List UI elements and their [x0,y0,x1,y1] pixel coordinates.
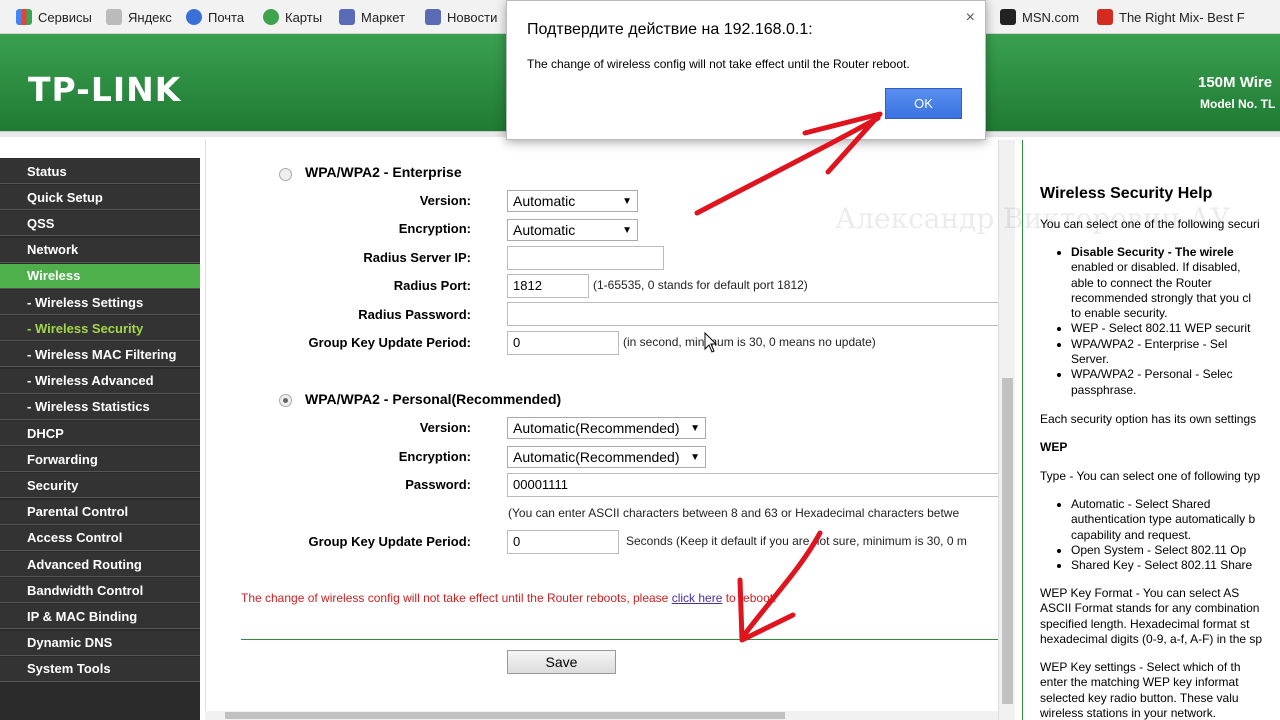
market-icon [339,9,355,25]
dialog-title: Подтвердите действие на 192.168.0.1: [527,21,813,38]
bookmark-yandex[interactable]: Яндекс [106,8,172,26]
sidebar-item-dynamic-dns[interactable]: Dynamic DNS [0,630,200,656]
sidebar-item-access-control[interactable]: Access Control [0,525,200,551]
scrollbar-thumb[interactable] [1002,378,1013,704]
sidebar-menu: Status Quick Setup QSS Network Wireless - Wir… [0,158,200,720]
sidebar-item-quick-setup[interactable]: Quick Setup [0,185,200,211]
enterprise-version-select[interactable]: Automatic ▼ [507,190,638,212]
personal-radio[interactable] [279,394,292,407]
enterprise-group-key-label: Group Key Update Period: [308,335,471,350]
personal-group-key-label: Group Key Update Period: [308,534,471,549]
radius-port-note: (1-65535, 0 stands for default port 1812… [593,278,808,292]
sidebar-item-wireless-advanced[interactable]: - Wireless Advanced [0,368,200,394]
sidebar-item-wireless-settings[interactable]: - Wireless Settings [0,290,200,315]
personal-version-label: Version: [419,420,471,435]
apps-icon [16,9,32,25]
help-wep-heading: WEP [1040,440,1068,454]
sidebar-item-wireless-statistics[interactable]: - Wireless Statistics [0,394,200,420]
browser-viewport: Сервисы Яндекс Почта Карты Маркет Новост… [0,0,1280,720]
help-title: Wireless Security Help [1040,185,1213,202]
bookmark-market[interactable]: Маркет [339,8,405,26]
main-horizontal-scrollbar[interactable] [205,711,998,720]
sidebar-item-qss[interactable]: QSS [0,211,200,237]
radius-server-ip-input[interactable] [507,246,664,270]
dropdown-arrow-icon: ▼ [690,422,700,434]
sidebar-item-security[interactable]: Security [0,473,200,499]
personal-encryption-select[interactable]: Automatic(Recommended) ▼ [507,446,706,468]
model-number: Model No. TL [1200,97,1276,111]
video-watermark: Александр Викторович АУ [835,202,1231,235]
sidebar-item-advanced-routing[interactable]: Advanced Routing [0,552,200,577]
help-each: Each security option has its own setting… [1040,412,1257,426]
reboot-notice: The change of wireless config will not t… [241,591,777,605]
sidebar-item-wireless-security[interactable]: - Wireless Security [0,316,200,342]
enterprise-group-key-note: (in second, minimum is 30, 0 means no up… [623,335,876,349]
enterprise-group-key-input[interactable]: 0 [507,331,619,355]
tp-link-logo: TP-LINK [28,70,182,109]
confirm-dialog: Подтвердите действие на 192.168.0.1: × T… [506,0,986,140]
radius-port-input[interactable]: 1812 [507,274,589,298]
personal-section-title: WPA/WPA2 - Personal(Recommended) [305,391,562,407]
maps-icon [263,9,279,25]
radius-password-input[interactable] [507,302,999,326]
sidebar-item-ip-mac-binding[interactable]: IP & MAC Binding [0,604,200,630]
sidebar-item-dhcp[interactable]: DHCP [0,421,200,446]
personal-group-key-input[interactable]: 0 [507,530,619,554]
help-wep-settings: WEP Key settings - Select which of th ent… [1040,660,1241,720]
bookmark-mail[interactable]: Почта [186,8,244,26]
enterprise-radio[interactable] [279,168,292,181]
news-icon [425,9,441,25]
help-list-type: Automatic - Select Sharedauthentication … [1071,497,1280,573]
help-list-security: Disable Security - The wireleenabled or … [1071,245,1280,398]
enterprise-section-title: WPA/WPA2 - Enterprise [305,164,462,180]
dropdown-arrow-icon: ▼ [622,195,632,207]
close-icon[interactable]: × [966,9,975,27]
scrollbar-thumb[interactable] [225,712,785,719]
enterprise-encryption-select[interactable]: Automatic ▼ [507,219,638,241]
sidebar-item-system-tools[interactable]: System Tools [0,656,200,682]
sidebar-item-wireless[interactable]: Wireless [0,263,200,289]
personal-group-key-note: Seconds (Keep it default if you are not … [626,534,967,548]
bookmark-msn[interactable]: MSN.com [1000,8,1079,26]
sidebar-item-status[interactable]: Status [0,159,200,184]
save-button[interactable]: Save [507,650,616,674]
sidebar-item-parental-control[interactable]: Parental Control [0,499,200,525]
sidebar-item-wireless-mac-filtering[interactable]: - Wireless MAC Filtering [0,342,200,368]
form-divider [241,639,1001,640]
personal-password-input[interactable]: 00001111 [507,473,999,497]
sidebar-item-forwarding[interactable]: Forwarding [0,447,200,473]
reboot-link[interactable]: click here [672,591,723,605]
personal-password-note: (You can enter ASCII characters between … [508,506,960,520]
dialog-message: The change of wireless config will not t… [527,57,910,71]
radius-server-ip-label: Radius Server IP: [363,250,471,265]
dropdown-arrow-icon: ▼ [622,224,632,236]
sidebar-item-bandwidth-control[interactable]: Bandwidth Control [0,578,200,604]
ok-button[interactable]: OK [885,88,962,119]
radius-port-label: Radius Port: [393,278,471,293]
dropdown-arrow-icon: ▼ [690,451,700,463]
sidebar-item-network[interactable]: Network [0,237,200,263]
enterprise-encryption-label: Encryption: [398,221,471,236]
bookmark-maps[interactable]: Карты [263,8,322,26]
bookmark-news[interactable]: Новости [425,8,497,26]
model-title: 150M Wire [1198,74,1273,91]
help-type-line: Type - You can select one of following t… [1040,469,1261,483]
bookmark-the-right-mix[interactable]: The Right Mix- Best F [1097,8,1245,26]
bookmark-services[interactable]: Сервисы [16,8,92,26]
mail-icon [186,9,202,25]
personal-password-label: Password: [405,477,471,492]
radius-password-label: Radius Password: [358,307,471,322]
help-wep-format: WEP Key Format - You can select AS ASCII … [1040,586,1263,646]
yandex-icon [106,9,122,25]
enterprise-version-label: Version: [419,193,471,208]
msn-icon [1000,9,1016,25]
personal-encryption-label: Encryption: [398,449,471,464]
gb-icon [1097,9,1113,25]
personal-version-select[interactable]: Automatic(Recommended) ▼ [507,417,706,439]
